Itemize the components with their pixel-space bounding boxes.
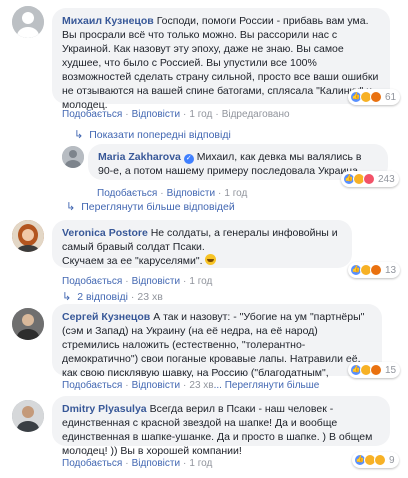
more-replies-link[interactable]: ↳ Переглянути більше відповідей [66,200,235,214]
like-link[interactable]: Подобається [62,380,122,391]
reactions-summary[interactable]: 👍 243 [341,171,399,187]
comment-actions: Подобається · Відповісти · 1 год [62,458,213,469]
comment-author[interactable]: Сергей Кузнецов [62,311,150,323]
angry-reaction-icon [370,91,382,103]
view-replies-link[interactable]: ↳ 2 відповіді · 23 хв [62,290,163,304]
show-previous-label: Показати попередні відповіді [89,128,231,141]
more-replies-label: Переглянути більше відповідей [81,200,235,213]
avatar-photo-icon [12,220,44,252]
avatar[interactable] [12,6,44,38]
comment-4: Dmitry Plyasulya Всегда верил в Псаки - … [0,394,408,478]
like-link[interactable]: Подобається [62,109,122,120]
comment-author[interactable]: Dmitry Plyasulya [62,403,147,415]
reply-arrow-icon: ↳ [62,291,72,303]
reply-link[interactable]: Відповісти [132,458,180,469]
comment-bubble: Сергей Кузнецов А так и назовут: - "Убог… [52,304,382,379]
like-link[interactable]: Подобається [62,276,122,287]
comment-1: Михаил Кузнецов Господи, помоги России -… [0,0,408,128]
reply-link[interactable]: Відповісти [167,188,215,199]
comment-author[interactable]: Maria Zakharova [98,151,181,163]
reactions-summary[interactable]: 👍 15 [348,362,401,378]
comment-author[interactable]: Veronica Postore [62,227,148,239]
comment-author[interactable]: Михаил Кузнецов [62,15,154,27]
replies-time: 23 хв [137,290,163,303]
verified-icon: ✓ [183,154,194,164]
reactions-count: 15 [385,364,397,376]
wow-reaction-icon [374,454,386,466]
angry-reaction-icon [370,264,382,276]
love-reaction-icon [363,173,375,185]
comment-text: Господи, помоги России - прибавь вам ума… [62,15,379,111]
see-more-link[interactable]: ... Переглянути більше [214,380,320,391]
reactions-summary[interactable]: 👍 9 [352,452,399,468]
comment-actions: Подобається · Відповісти · 1 год [62,276,213,287]
reply-link[interactable]: Відповісти [132,380,180,391]
reply-link[interactable]: Відповісти [132,276,180,287]
edited-label[interactable]: Відредаговано [222,109,290,120]
replies-count-label: 2 відповіді [77,290,128,303]
comment-time[interactable]: 1 год [189,458,212,469]
comment-time[interactable]: 1 год [189,276,212,287]
reactions-count: 243 [378,173,395,185]
reactions-count: 61 [385,91,397,103]
avatar-placeholder-icon [12,6,44,38]
avatar[interactable] [12,220,44,252]
comment-3: Сергей Кузнецов А так и назовут: - "Убог… [0,304,408,391]
like-link[interactable]: Подобається [97,188,157,199]
comment-text-line2: Скучаем за ее "каруселями". [62,255,203,267]
avatar[interactable] [12,308,44,340]
reactions-count: 9 [389,454,395,466]
avatar-photo-icon [12,400,44,432]
comment-2: Veronica Postore Не солдаты, а генералы … [0,214,408,306]
comment-bubble: Veronica Postore Не солдаты, а генералы … [52,220,352,268]
comment-actions: Подобається · Відповісти · 1 год [97,188,248,199]
comment-time[interactable]: 1 год [224,188,247,199]
angry-reaction-icon [370,364,382,376]
avatar-photo-icon [12,308,44,340]
reply-arrow-icon: ↳ [66,201,76,213]
comment-time[interactable]: 23 хв [189,380,213,391]
reactions-summary[interactable]: 👍 61 [348,89,401,105]
reply-link[interactable]: Відповісти [132,109,180,120]
avatar[interactable] [62,146,84,168]
reactions-count: 13 [385,264,397,276]
smile-emoji-icon [205,254,217,265]
reactions-summary[interactable]: 👍 13 [348,262,401,278]
comment-actions: Подобається · Відповісти · 23 хв... Переглян… [62,380,320,391]
avatar[interactable] [12,400,44,432]
comment-bubble: Михаил Кузнецов Господи, помоги России -… [52,8,390,111]
avatar-photo-icon [62,146,84,168]
like-link[interactable]: Подобається [62,458,122,469]
comment-time[interactable]: 1 год [189,109,212,120]
comment-bubble: Dmitry Plyasulya Всегда верил в Псаки - … [52,396,390,457]
comment-actions: Подобається · Відповісти · 1 год · Відредагова… [62,109,290,120]
